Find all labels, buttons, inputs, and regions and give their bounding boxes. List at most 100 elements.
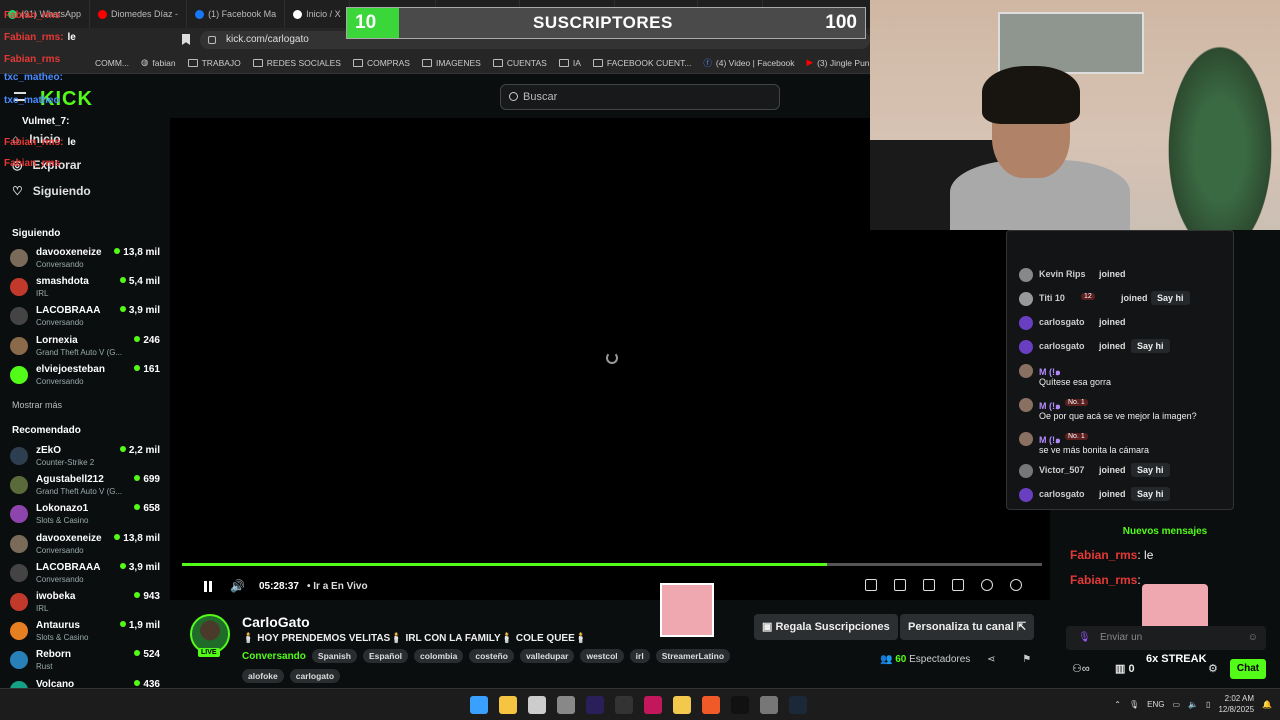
stream-tag[interactable]: valledupar <box>519 649 575 663</box>
share-icon[interactable]: ⋖ <box>987 654 995 665</box>
speed-icon[interactable] <box>981 579 993 591</box>
tiktok-icon[interactable] <box>731 696 749 714</box>
clip-icon[interactable] <box>894 579 906 591</box>
chat-username[interactable]: carlosgato <box>1039 489 1085 499</box>
chat-count: ▥ 0 <box>1115 663 1135 675</box>
gift-subs-button[interactable]: ▣ Regala Suscripciones <box>754 614 898 640</box>
stream-tag[interactable]: costeño <box>469 649 514 663</box>
network-icon[interactable]: ▭ <box>1173 700 1181 709</box>
chrome-icon[interactable] <box>557 696 575 714</box>
stream-tag[interactable]: alofoke <box>242 669 284 683</box>
sidebar-channel[interactable]: iwobeka IRL 943 <box>10 590 160 616</box>
settings-icon[interactable] <box>760 696 778 714</box>
theater-mode-icon[interactable] <box>923 579 935 591</box>
sticky-notes-icon[interactable] <box>673 696 691 714</box>
bookmark-icon[interactable] <box>182 34 190 45</box>
chat-username[interactable]: Titi 10 <box>1039 293 1065 303</box>
language-indicator[interactable]: ENG <box>1147 700 1164 709</box>
sidebar-channel[interactable]: Antaurus Slots & Casino 1,9 mil <box>10 619 160 645</box>
mic-icon[interactable]: 🎙 <box>1078 626 1091 650</box>
bookmark-facebook-video[interactable]: ⓕ (4) Video | Facebook <box>703 57 794 69</box>
emoji-icon[interactable]: ☺ <box>1248 626 1258 650</box>
speaker-icon[interactable]: 🔈 <box>1188 700 1198 709</box>
browser-tab[interactable]: (1) Facebook Ma <box>187 0 286 28</box>
say-hi-button[interactable]: Say hi <box>1151 291 1190 305</box>
webcam-feed <box>870 0 1280 230</box>
pause-icon[interactable] <box>204 580 212 592</box>
stream-tag[interactable]: Español <box>362 649 409 663</box>
new-messages-banner[interactable]: Nuevos mensajes <box>1050 526 1280 537</box>
chat-username[interactable]: carlosgato <box>1039 317 1085 327</box>
settings-gear-icon[interactable] <box>1010 579 1022 591</box>
sidebar-channel[interactable]: davooxeneize Conversando 13,8 mil <box>10 246 160 272</box>
chat-settings-gear-icon[interactable]: ⚙ <box>1208 662 1218 675</box>
bookmark-folder[interactable]: IA <box>558 58 581 68</box>
say-hi-button[interactable]: Say hi <box>1131 339 1170 353</box>
steam-icon[interactable] <box>789 696 807 714</box>
bookmark-folder[interactable]: CUENTAS <box>492 58 547 68</box>
browser-tab[interactable]: Diomedes Díaz - <box>90 0 188 28</box>
stream-tag[interactable]: colombia <box>414 649 464 663</box>
sidebar-channel[interactable]: Lokonazo1 Slots & Casino 658 <box>10 502 160 528</box>
bookmark-folder[interactable]: TRABAJO <box>187 58 241 68</box>
epic-games-icon[interactable] <box>615 696 633 714</box>
pip-icon[interactable] <box>865 579 877 591</box>
chat-username[interactable]: Kevin Rips <box>1039 269 1086 279</box>
sidebar-channel[interactable]: smashdota IRL 5,4 mil <box>10 275 160 301</box>
site-info-icon[interactable] <box>208 36 216 44</box>
volume-icon[interactable]: 🔊 <box>230 579 245 593</box>
stream-tag[interactable]: carlogato <box>289 669 341 683</box>
browser-icon[interactable] <box>644 696 662 714</box>
clock[interactable]: 2:02 AM 12/8/2025 <box>1218 693 1254 715</box>
battery-icon[interactable]: ▯ <box>1206 700 1210 709</box>
search-input[interactable]: Buscar <box>500 84 780 110</box>
bookmark-fabian[interactable]: ◍ fabian <box>141 57 176 68</box>
say-hi-button[interactable]: Say hi <box>1131 463 1170 477</box>
sidebar-channel[interactable]: elviejoesteban Conversando 161 <box>10 363 160 389</box>
microphone-icon[interactable]: 🎙 <box>1129 700 1139 709</box>
bookmark-folder[interactable]: COMPRAS <box>352 58 410 68</box>
premiere-icon[interactable] <box>586 696 604 714</box>
stream-tag[interactable]: StreamerLatino <box>655 649 731 663</box>
chat-send-button[interactable]: Chat <box>1230 659 1266 679</box>
app-icon[interactable] <box>528 696 546 714</box>
player-controls: 🔊 05:28:37 • Ir a En Vivo <box>182 577 1042 595</box>
sidebar-channel[interactable]: Agustabell212 Grand Theft Auto V (G... 699 <box>10 473 160 499</box>
chat-username[interactable]: Victor_507 <box>1039 465 1084 475</box>
points-icon[interactable]: ⚇∞ <box>1072 662 1090 675</box>
chat-input[interactable]: 🎙 Enviar un ☺ <box>1066 626 1266 650</box>
mod-icon[interactable]: ⚑ <box>1022 654 1031 665</box>
fullscreen-icon[interactable] <box>952 579 964 591</box>
go-live-button[interactable]: • Ir a En Vivo <box>307 581 368 592</box>
customize-channel-button[interactable]: Personaliza tu canal ⇱ <box>900 614 1035 640</box>
sidebar-channel[interactable]: zEkO Counter-Strike 2 2,2 mil <box>10 444 160 470</box>
sidebar-channel[interactable]: LACOBRAAA Conversando 3,9 mil <box>10 304 160 330</box>
file-explorer-icon[interactable] <box>499 696 517 714</box>
stream-tag[interactable]: irl <box>629 649 650 663</box>
sidebar-channel[interactable]: LACOBRAAA Conversando 3,9 mil <box>10 561 160 587</box>
video-progress-bar[interactable] <box>182 563 1042 566</box>
channel-category: Slots & Casino <box>36 633 89 643</box>
streamer-name[interactable]: CarloGato <box>242 614 310 630</box>
brave-icon[interactable] <box>702 696 720 714</box>
bookmark-folder[interactable]: REDES SOCIALES <box>252 58 341 68</box>
sidebar-channel[interactable]: davooxeneize Conversando 13,8 mil <box>10 532 160 558</box>
bookmark-folder[interactable]: IMAGENES <box>421 58 481 68</box>
stream-tag[interactable]: westcol <box>580 649 624 663</box>
sub-goal-title: SUSCRIPTORES <box>533 13 673 32</box>
windows-start-icon[interactable] <box>470 696 488 714</box>
bookmark-youtube[interactable]: ▶ (3) Jingle Pun <box>807 57 870 68</box>
browser-tab[interactable]: Inicio / X <box>285 0 350 28</box>
chevron-up-icon[interactable]: ⌃ <box>1114 700 1121 709</box>
say-hi-button[interactable]: Say hi <box>1131 487 1170 501</box>
show-more-link[interactable]: Mostrar más <box>12 400 62 410</box>
notification-bell-icon[interactable]: 🔔 <box>1262 700 1272 709</box>
category-link[interactable]: Conversando <box>242 651 306 662</box>
sidebar-channel[interactable]: Lornexia Grand Theft Auto V (G... 246 <box>10 334 160 360</box>
bookmark-comm[interactable]: COMM... <box>95 58 129 68</box>
nav-following[interactable]: ♡ Siguiendo <box>12 184 91 198</box>
sidebar-channel[interactable]: Reborn Rust 524 <box>10 648 160 674</box>
stream-tag[interactable]: Spanish <box>311 649 357 663</box>
chat-username[interactable]: carlosgato <box>1039 341 1085 351</box>
bookmark-folder[interactable]: FACEBOOK CUENT... <box>592 58 691 68</box>
